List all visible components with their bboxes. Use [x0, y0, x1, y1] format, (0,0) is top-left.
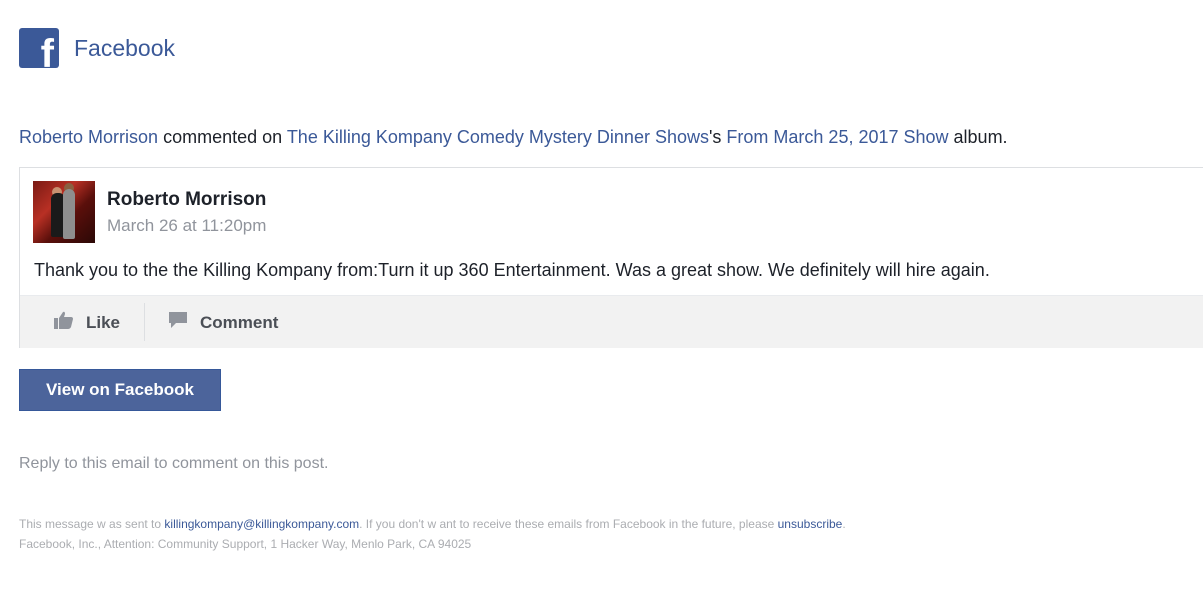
- notification-line: Roberto Morrison commented on The Killin…: [19, 127, 1008, 148]
- brand-name[interactable]: Facebook: [74, 35, 175, 62]
- view-on-facebook-button[interactable]: View on Facebook: [19, 369, 221, 411]
- thumbs-up-icon: [54, 311, 74, 334]
- footer: This message w as sent to killingkompany…: [19, 514, 846, 554]
- page-link[interactable]: The Killing Kompany Comedy Mystery Dinne…: [287, 127, 709, 147]
- actor-link[interactable]: Roberto Morrison: [19, 127, 158, 147]
- comment-timestamp[interactable]: March 26 at 11:20pm: [107, 216, 266, 236]
- comment-text: Thank you to the the Killing Kompany fro…: [34, 260, 990, 280]
- avatar[interactable]: [33, 181, 95, 243]
- album-link[interactable]: From March 25, 2017 Show: [726, 127, 948, 147]
- comment-card: Roberto Morrison March 26 at 11:20pm Tha…: [19, 167, 1203, 348]
- comment-label: Comment: [200, 312, 279, 332]
- like-label: Like: [86, 312, 121, 332]
- unsubscribe-link[interactable]: unsubscribe: [778, 517, 843, 531]
- possessive-text: 's: [708, 127, 727, 147]
- suffix-text: album.: [948, 127, 1008, 147]
- comment-author[interactable]: Roberto Morrison: [107, 189, 266, 211]
- action-divider: [144, 303, 145, 341]
- facebook-logo-icon[interactable]: f: [19, 28, 59, 68]
- footer-address: Facebook, Inc., Attention: Community Sup…: [19, 537, 472, 551]
- like-button[interactable]: Like: [54, 296, 120, 349]
- email-header: f Facebook: [19, 28, 175, 68]
- comment-button[interactable]: Comment: [168, 296, 278, 349]
- speech-bubble-icon: [168, 311, 188, 334]
- recipient-email-link[interactable]: killingkompany@killingkompany.com: [164, 517, 359, 531]
- verb-text: commented on: [158, 127, 287, 147]
- reply-hint: Reply to this email to comment on this p…: [19, 455, 329, 472]
- footer-sent-line: This message w as sent to killingkompany…: [19, 517, 846, 531]
- action-bar: Like Comment: [20, 295, 1203, 348]
